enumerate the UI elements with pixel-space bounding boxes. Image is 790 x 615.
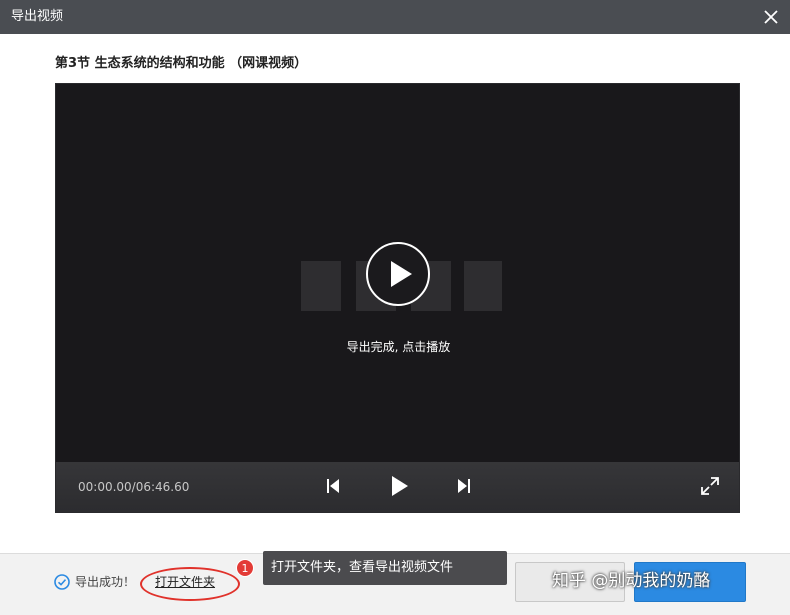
export-status-text: 导出成功！	[75, 575, 136, 589]
player-controls: 00:00.00/06:46.60	[56, 462, 739, 512]
play-icon[interactable]	[391, 475, 409, 501]
title-bar: 导出视频	[0, 0, 790, 34]
close-icon[interactable]	[763, 9, 779, 25]
step-badge: 1	[236, 559, 254, 577]
fullscreen-icon[interactable]	[701, 477, 719, 499]
skip-next-icon[interactable]	[457, 478, 471, 498]
dialog-footer: 导出成功！ 打开文件夹 1 打开文件夹，查看导出视频文件 知乎 @别动我的奶酪	[0, 551, 790, 615]
tooltip: 打开文件夹，查看导出视频文件	[263, 551, 507, 585]
video-player[interactable]: 导出完成, 点击播放 00:00.00/06:46.60	[55, 83, 740, 513]
dialog-title: 导出视频	[11, 9, 64, 24]
time-display: 00:00.00/06:46.60	[78, 480, 190, 494]
open-folder-link[interactable]: 打开文件夹	[155, 575, 215, 589]
play-circle-icon[interactable]	[365, 241, 431, 307]
attribution-watermark: 知乎 @别动我的奶酪	[552, 571, 711, 591]
check-circle-icon	[54, 574, 70, 590]
video-title: 第3节 生态系统的结构和功能 （网课视频）	[55, 56, 308, 71]
export-video-dialog: 导出视频 第3节 生态系统的结构和功能 （网课视频） 导出完成, 点击播放 00…	[0, 0, 790, 615]
export-complete-message: 导出完成, 点击播放	[346, 340, 451, 354]
skip-previous-icon[interactable]	[326, 478, 340, 498]
